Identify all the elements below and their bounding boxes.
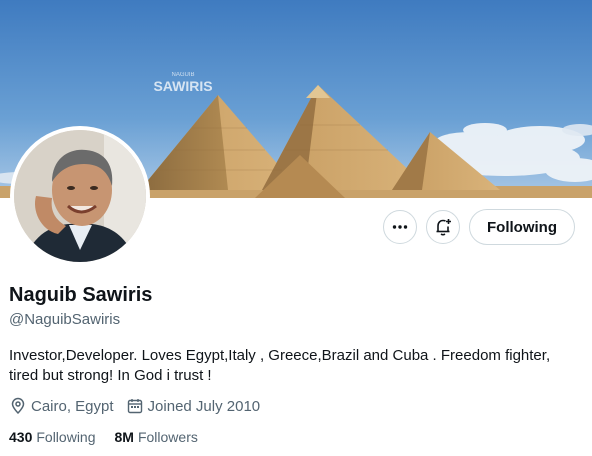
followers-label: Followers — [137, 429, 198, 445]
following-label: Following — [36, 429, 96, 445]
following-link[interactable]: 430 Following — [9, 429, 96, 445]
username: @NaguibSawiris — [9, 311, 121, 328]
location: Cairo, Egypt — [9, 397, 114, 415]
followers-count: 8M — [114, 429, 134, 445]
following-button[interactable]: Following — [469, 209, 575, 245]
following-count: 430 — [9, 429, 33, 445]
notifications-button[interactable] — [426, 210, 461, 244]
profile-meta: Cairo, Egypt Joined July 2010 — [9, 397, 272, 415]
followers-link[interactable]: 8M Followers — [115, 429, 198, 445]
avatar[interactable] — [14, 130, 146, 262]
join-date: Joined July 2010 — [126, 397, 261, 415]
profile-actions: Following — [383, 209, 575, 245]
display-name: Naguib Sawiris — [9, 284, 153, 306]
watermark-logo: SAWIRIS — [153, 78, 212, 94]
location-text: Cairo, Egypt — [31, 397, 114, 415]
follow-stats: 430 Following 8M Followers — [9, 429, 217, 445]
join-date-text: Joined July 2010 — [147, 397, 261, 415]
bell-plus-icon — [436, 219, 452, 236]
calendar-icon — [127, 399, 142, 414]
avatar-image — [14, 130, 146, 262]
more-button[interactable] — [383, 210, 418, 244]
bio: Investor,Developer. Loves Egypt,Italy , … — [9, 347, 551, 384]
location-pin-icon — [11, 397, 25, 415]
more-icon — [392, 225, 408, 229]
